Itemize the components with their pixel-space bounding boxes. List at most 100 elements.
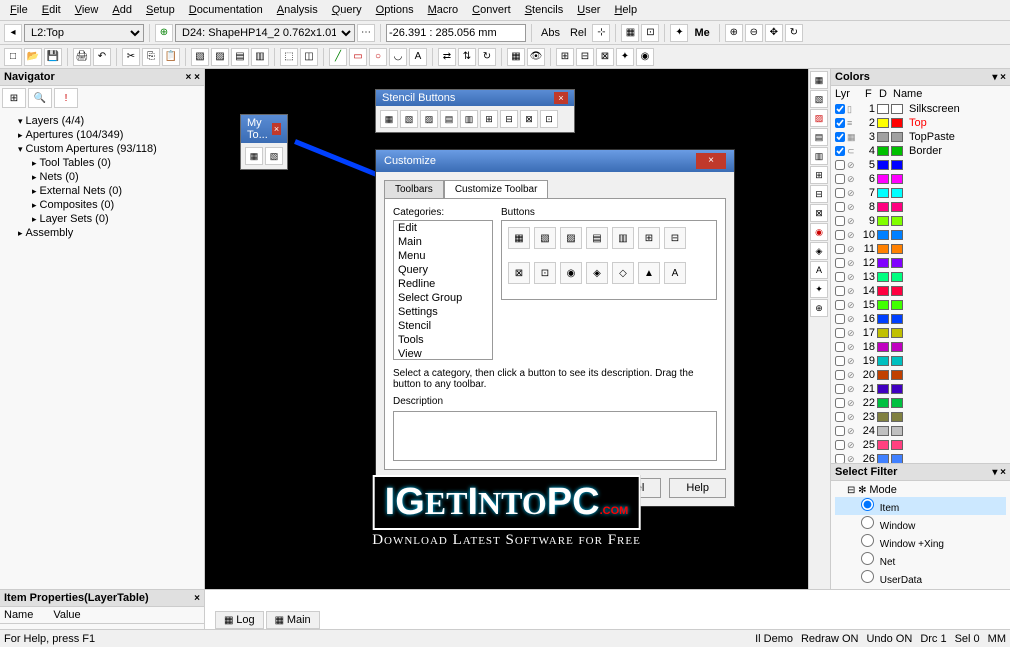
color-swatch-d[interactable] <box>891 258 903 268</box>
color-swatch-f[interactable] <box>877 384 889 394</box>
rtb-8-icon[interactable]: ⊠ <box>810 204 828 222</box>
color-chk-22[interactable] <box>835 398 845 408</box>
color-chk-11[interactable] <box>835 244 845 254</box>
color-chk-5[interactable] <box>835 160 845 170</box>
category-query[interactable]: Query <box>394 263 492 277</box>
dialog-titlebar[interactable]: Customize × <box>376 150 734 172</box>
color-row-18[interactable]: ⊘18 <box>831 340 1010 354</box>
color-swatch-f[interactable] <box>877 440 889 450</box>
abs-label[interactable]: Abs <box>537 27 564 39</box>
misc-5-icon[interactable]: ◉ <box>636 48 654 66</box>
color-swatch-f[interactable] <box>877 118 889 128</box>
tree-item-nets[interactable]: Nets (0) <box>4 170 200 184</box>
color-row-16[interactable]: ⊘16 <box>831 312 1010 326</box>
color-chk-12[interactable] <box>835 258 845 268</box>
color-swatch-d[interactable] <box>891 356 903 366</box>
tree-item-external-nets[interactable]: External Nets (0) <box>4 184 200 198</box>
category-redline[interactable]: Redline <box>394 277 492 291</box>
color-swatch-d[interactable] <box>891 104 903 114</box>
color-swatch-f[interactable] <box>877 188 889 198</box>
color-swatch-d[interactable] <box>891 370 903 380</box>
rtb-10-icon[interactable]: ◈ <box>810 242 828 260</box>
new-icon[interactable]: □ <box>4 48 22 66</box>
sf-item-item[interactable]: Item <box>835 497 1006 515</box>
grid-btn-1[interactable]: ▦ <box>508 227 530 249</box>
color-swatch-f[interactable] <box>877 342 889 352</box>
rtb-6-icon[interactable]: ⊞ <box>810 166 828 184</box>
select-icon[interactable]: ⬚ <box>280 48 298 66</box>
color-row-6[interactable]: ⊘6 <box>831 172 1010 186</box>
mytools-toolbar[interactable]: My To...× ▦ ▧ <box>240 114 288 170</box>
color-chk-10[interactable] <box>835 230 845 240</box>
color-swatch-f[interactable] <box>877 160 889 170</box>
nav-tab-alert-icon[interactable]: ! <box>54 88 78 108</box>
grid-btn-7[interactable]: ⊟ <box>664 227 686 249</box>
menu-view[interactable]: View <box>69 2 105 18</box>
color-swatch-d[interactable] <box>891 328 903 338</box>
help-button[interactable]: Help <box>669 478 726 498</box>
color-swatch-f[interactable] <box>877 286 889 296</box>
color-row-23[interactable]: ⊘23 <box>831 410 1010 424</box>
color-row-25[interactable]: ⊘25 <box>831 438 1010 452</box>
rtb-3-icon[interactable]: ▨ <box>810 109 828 127</box>
tool-a-icon[interactable]: ▧ <box>191 48 209 66</box>
navigator-close-icon[interactable]: × × <box>186 72 200 83</box>
color-swatch-d[interactable] <box>891 384 903 394</box>
color-swatch-d[interactable] <box>891 314 903 324</box>
zoom-in-icon[interactable]: ⊕ <box>725 24 743 42</box>
color-row-20[interactable]: ⊘20 <box>831 368 1010 382</box>
color-swatch-f[interactable] <box>877 356 889 366</box>
grid-btn-5[interactable]: ▥ <box>612 227 634 249</box>
color-swatch-f[interactable] <box>877 258 889 268</box>
category-edit[interactable]: Edit <box>394 221 492 235</box>
color-swatch-d[interactable] <box>891 118 903 128</box>
menu-macro[interactable]: Macro <box>422 2 465 18</box>
color-swatch-d[interactable] <box>891 342 903 352</box>
stencil-btn-8[interactable]: ⊠ <box>520 110 538 128</box>
color-row-14[interactable]: ⊘14 <box>831 284 1010 298</box>
grid-btn-12[interactable]: ◇ <box>612 262 634 284</box>
category-view[interactable]: View <box>394 347 492 360</box>
layer-tool-icon[interactable]: ▦ <box>507 48 525 66</box>
color-row-7[interactable]: ⊘7 <box>831 186 1010 200</box>
color-swatch-d[interactable] <box>891 440 903 450</box>
copy-icon[interactable]: ⎘ <box>142 48 160 66</box>
tree-item-composites[interactable]: Composites (0) <box>4 198 200 212</box>
color-chk-25[interactable] <box>835 440 845 450</box>
sf-item-window[interactable]: Window <box>835 515 1006 533</box>
sf-item-window--xing[interactable]: Window +Xing <box>835 533 1006 551</box>
misc-1-icon[interactable]: ⊞ <box>556 48 574 66</box>
color-chk-17[interactable] <box>835 328 845 338</box>
color-row-13[interactable]: ⊘13 <box>831 270 1010 284</box>
color-swatch-f[interactable] <box>877 300 889 310</box>
misc-3-icon[interactable]: ⊠ <box>596 48 614 66</box>
color-chk-6[interactable] <box>835 174 845 184</box>
rtb-4-icon[interactable]: ▤ <box>810 128 828 146</box>
color-swatch-f[interactable] <box>877 426 889 436</box>
color-row-26[interactable]: ⊘26 <box>831 452 1010 463</box>
menu-analysis[interactable]: Analysis <box>271 2 324 18</box>
selectfilter-close-icon[interactable]: ▾ × <box>992 467 1006 478</box>
color-row-3[interactable]: ▦3TopPaste <box>831 130 1010 144</box>
color-swatch-f[interactable] <box>877 146 889 156</box>
grid-btn-11[interactable]: ◈ <box>586 262 608 284</box>
color-chk-23[interactable] <box>835 412 845 422</box>
color-swatch-f[interactable] <box>877 398 889 408</box>
itemprops-close-icon[interactable]: × <box>194 593 200 604</box>
tab-main[interactable]: ▦ Main <box>266 611 320 629</box>
sf-item-userdata[interactable]: UserData <box>835 569 1006 587</box>
color-swatch-d[interactable] <box>891 202 903 212</box>
color-chk-3[interactable] <box>835 132 845 142</box>
menu-convert[interactable]: Convert <box>466 2 517 18</box>
grid-btn-9[interactable]: ⊡ <box>534 262 556 284</box>
tree-item-tool-tables[interactable]: Tool Tables (0) <box>4 156 200 170</box>
menu-stencils[interactable]: Stencils <box>519 2 570 18</box>
color-swatch-d[interactable] <box>891 132 903 142</box>
tool-b-icon[interactable]: ▨ <box>211 48 229 66</box>
mirror-h-icon[interactable]: ⇄ <box>438 48 456 66</box>
color-row-17[interactable]: ⊘17 <box>831 326 1010 340</box>
stencil-toolbar[interactable]: Stencil Buttons× ▦ ▧ ▨ ▤ ▥ ⊞ ⊟ ⊠ ⊡ <box>375 89 575 133</box>
menu-add[interactable]: Add <box>106 2 138 18</box>
stencil-close-icon[interactable]: × <box>554 92 568 104</box>
color-row-4[interactable]: ⊂4Border <box>831 144 1010 158</box>
